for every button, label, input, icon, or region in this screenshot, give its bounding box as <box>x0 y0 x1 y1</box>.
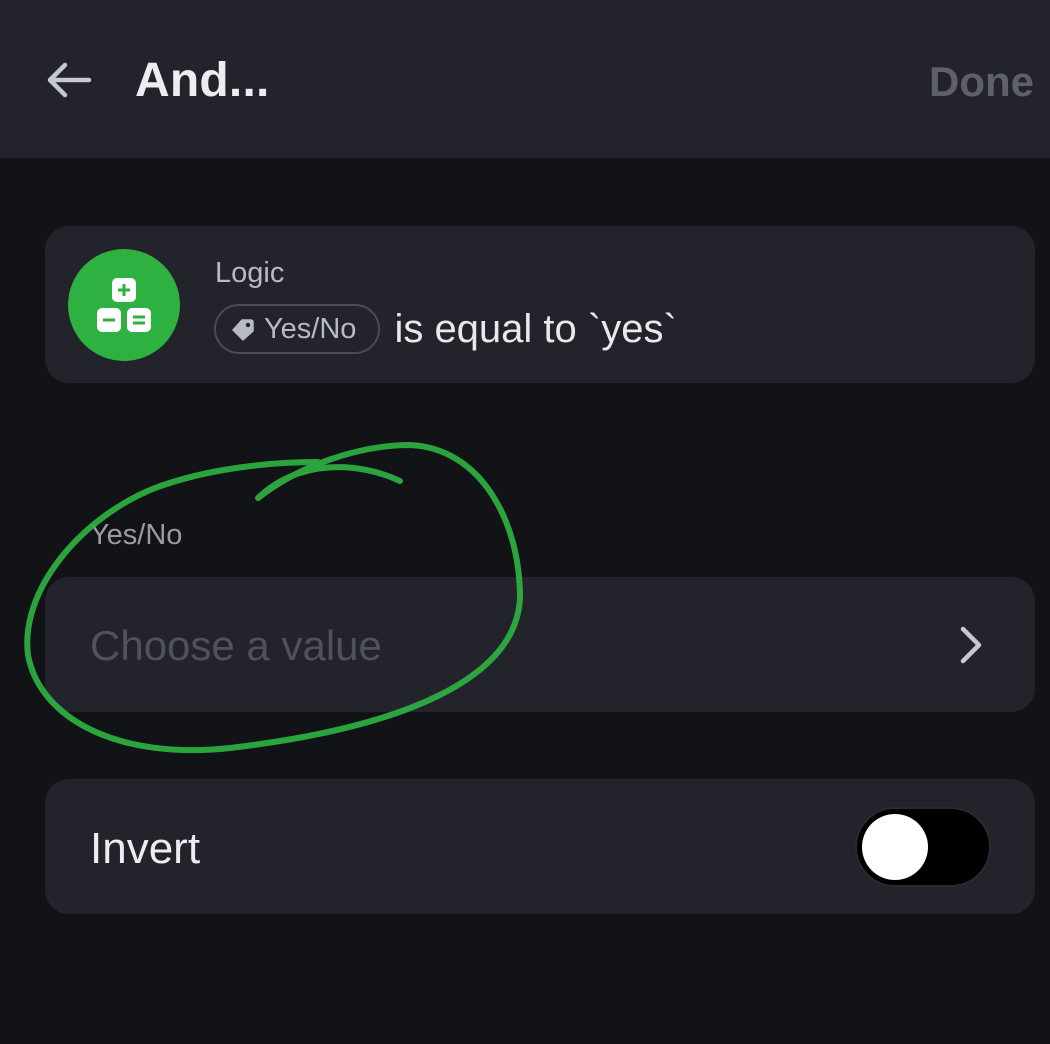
invert-row: Invert <box>45 779 1035 914</box>
logic-calculator-icon <box>68 249 180 361</box>
toggle-knob <box>862 814 928 880</box>
value-placeholder: Choose a value <box>90 622 382 669</box>
chevron-right-icon <box>960 626 982 664</box>
value-select[interactable]: Choose a value <box>45 577 1035 712</box>
done-button[interactable]: Done <box>929 56 1034 108</box>
screen: And... Done Logic Yes/No is equal to `ye… <box>0 0 1050 1044</box>
condition-card[interactable]: Logic Yes/No is equal to `yes` <box>45 226 1035 383</box>
condition-summary: Yes/No is equal to `yes` <box>214 302 677 356</box>
condition-category-label: Logic <box>215 257 285 289</box>
variable-chip[interactable]: Yes/No <box>214 304 381 354</box>
variable-chip-label: Yes/No <box>264 313 357 345</box>
condition-text: is equal to `yes` <box>394 307 677 351</box>
app-header: And... Done <box>0 0 1050 158</box>
invert-toggle[interactable] <box>855 807 991 887</box>
invert-label: Invert <box>90 824 201 873</box>
page-title: And... <box>135 54 270 107</box>
tag-icon <box>232 319 254 341</box>
back-button[interactable] <box>40 54 96 106</box>
value-field-label: Yes/No <box>90 519 183 551</box>
arrow-left-icon <box>47 62 92 98</box>
